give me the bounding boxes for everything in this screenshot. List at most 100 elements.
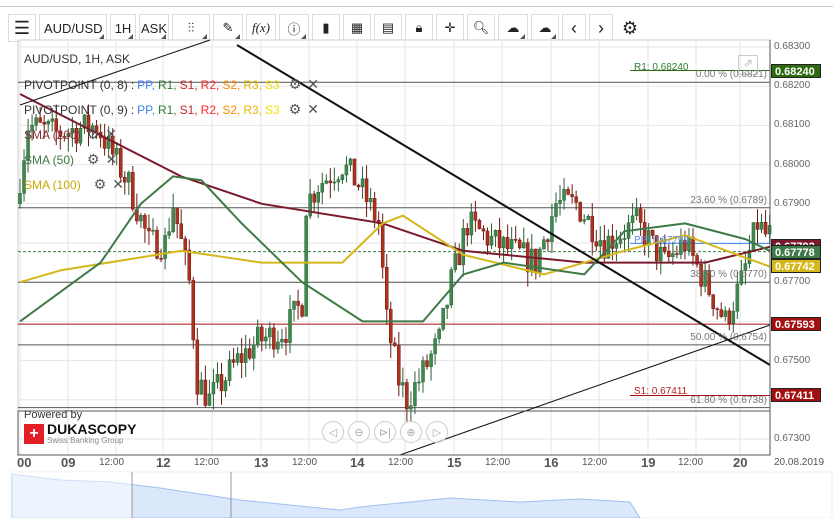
x-time-label: 12:00 <box>485 457 511 468</box>
candle-down <box>505 237 510 250</box>
candle-up <box>211 381 216 395</box>
candle-up <box>562 189 566 201</box>
gear-icon[interactable]: ⚙ <box>87 151 100 168</box>
pivot-item-r1: R1, <box>157 102 177 117</box>
candle-down <box>534 248 538 273</box>
brand-name: DUKASCOPY <box>47 421 137 437</box>
candle-down <box>755 222 760 230</box>
x-time-label: 12:00 <box>582 457 608 468</box>
candle-up <box>264 336 268 342</box>
candle-down <box>513 239 518 241</box>
x-day-label: 09 <box>61 455 76 470</box>
price-badge: 0.68240 <box>771 63 821 78</box>
gear-icon[interactable]: ⚙ <box>289 76 302 93</box>
zoom-out-icon[interactable]: ⊖ <box>348 421 370 443</box>
pivot-item-pp: PP, <box>137 77 155 92</box>
candle-down <box>384 266 389 310</box>
candle-up <box>630 215 635 223</box>
x-time-label: 12:00 <box>678 457 704 468</box>
candle-down <box>179 223 183 239</box>
sma200-legend: SMA (200) ⚙ ✕ <box>24 126 117 143</box>
zoom-in-icon[interactable]: ⊕ <box>400 421 422 443</box>
x-day-label: 00 <box>17 455 32 470</box>
close-icon[interactable]: ✕ <box>307 101 319 118</box>
pivot-item-r1: R1, <box>157 77 177 92</box>
candle-up <box>163 235 167 259</box>
pp-label: PP: 0.67799 <box>634 235 690 246</box>
close-icon[interactable]: ✕ <box>112 176 124 193</box>
candle-up <box>276 341 280 350</box>
candle-down <box>719 309 723 317</box>
powered-by: Powered by <box>24 409 83 421</box>
candle-down <box>272 327 276 350</box>
candle-up <box>332 181 337 184</box>
pivot-item-s3: S3 <box>265 102 280 117</box>
x-time-label: 12:00 <box>194 457 220 468</box>
pivot-label: PIVOTPOINT (0, 8) <box>24 77 128 92</box>
candle-down <box>517 239 522 249</box>
candle-down <box>42 121 46 125</box>
candle-up <box>171 207 175 232</box>
candle-down <box>481 228 486 232</box>
x-time-label: 12:00 <box>388 457 414 468</box>
gear-icon[interactable]: ⚙ <box>87 126 100 143</box>
candle-up <box>735 283 740 312</box>
candle-up <box>445 304 449 309</box>
candle-up <box>509 239 514 250</box>
candle-down <box>485 230 490 246</box>
candle-down <box>203 379 208 406</box>
candle-down <box>667 250 671 257</box>
scroll-left-icon[interactable]: ◁ <box>322 421 344 443</box>
sma50-label: SMA (50) <box>24 152 75 167</box>
close-icon[interactable]: ✕ <box>106 151 118 168</box>
price-badge: 0.67593 <box>771 317 821 332</box>
candle-up <box>582 219 586 222</box>
candle-up <box>554 203 558 217</box>
candle-down <box>727 310 732 324</box>
close-icon[interactable]: ✕ <box>307 76 319 93</box>
candle-down <box>195 339 200 395</box>
gear-icon[interactable]: ⚙ <box>289 101 302 118</box>
candle-down <box>389 309 393 344</box>
reset-icon[interactable]: ⊳| <box>374 421 396 443</box>
gear-icon[interactable]: ⚙ <box>94 176 107 193</box>
fib-label: 0.00 % (0.6821) <box>695 69 767 81</box>
candle-up <box>671 253 675 257</box>
pivot-item-s3: S3 <box>265 77 280 92</box>
candle-up <box>151 229 155 232</box>
candle-down <box>638 208 643 223</box>
pivot-item-r3: R3, <box>243 102 263 117</box>
candle-up <box>268 327 272 338</box>
candle-up <box>437 328 441 339</box>
candle-down <box>352 158 357 186</box>
candle-up <box>731 310 736 324</box>
navigator-mask <box>12 472 132 518</box>
x-date-label: 20.08.2019 <box>774 457 825 468</box>
candle-down <box>425 360 429 367</box>
close-icon[interactable]: ✕ <box>105 126 117 143</box>
fib-label: 61.80 % (0.6738) <box>690 394 767 406</box>
candle-up <box>207 393 212 406</box>
candle-down <box>497 230 502 249</box>
candle-up <box>421 360 425 383</box>
s1-label: S1: 0.67411 <box>634 386 688 397</box>
candle-up <box>348 158 353 166</box>
x-day-label: 16 <box>544 455 559 470</box>
candle-down <box>457 253 462 266</box>
candle-up <box>723 310 727 317</box>
scroll-right-icon[interactable]: ▷ <box>426 421 448 443</box>
swiss-cross-icon: + <box>24 423 44 444</box>
candle-up <box>360 178 365 188</box>
candle-up <box>659 246 663 262</box>
candle-up <box>461 228 466 266</box>
candle-up <box>469 211 474 236</box>
candle-down <box>574 196 578 203</box>
y-tick-label: 0.67300 <box>774 433 811 444</box>
candle-down <box>296 300 300 306</box>
candle-down <box>578 202 582 222</box>
pivot-item-s2: S2, <box>222 77 241 92</box>
x-day-label: 20 <box>733 455 748 470</box>
candle-down <box>380 223 385 268</box>
chart-nav: ◁ ⊖ ⊳| ⊕ ▷ <box>322 421 448 443</box>
candle-down <box>247 348 252 359</box>
